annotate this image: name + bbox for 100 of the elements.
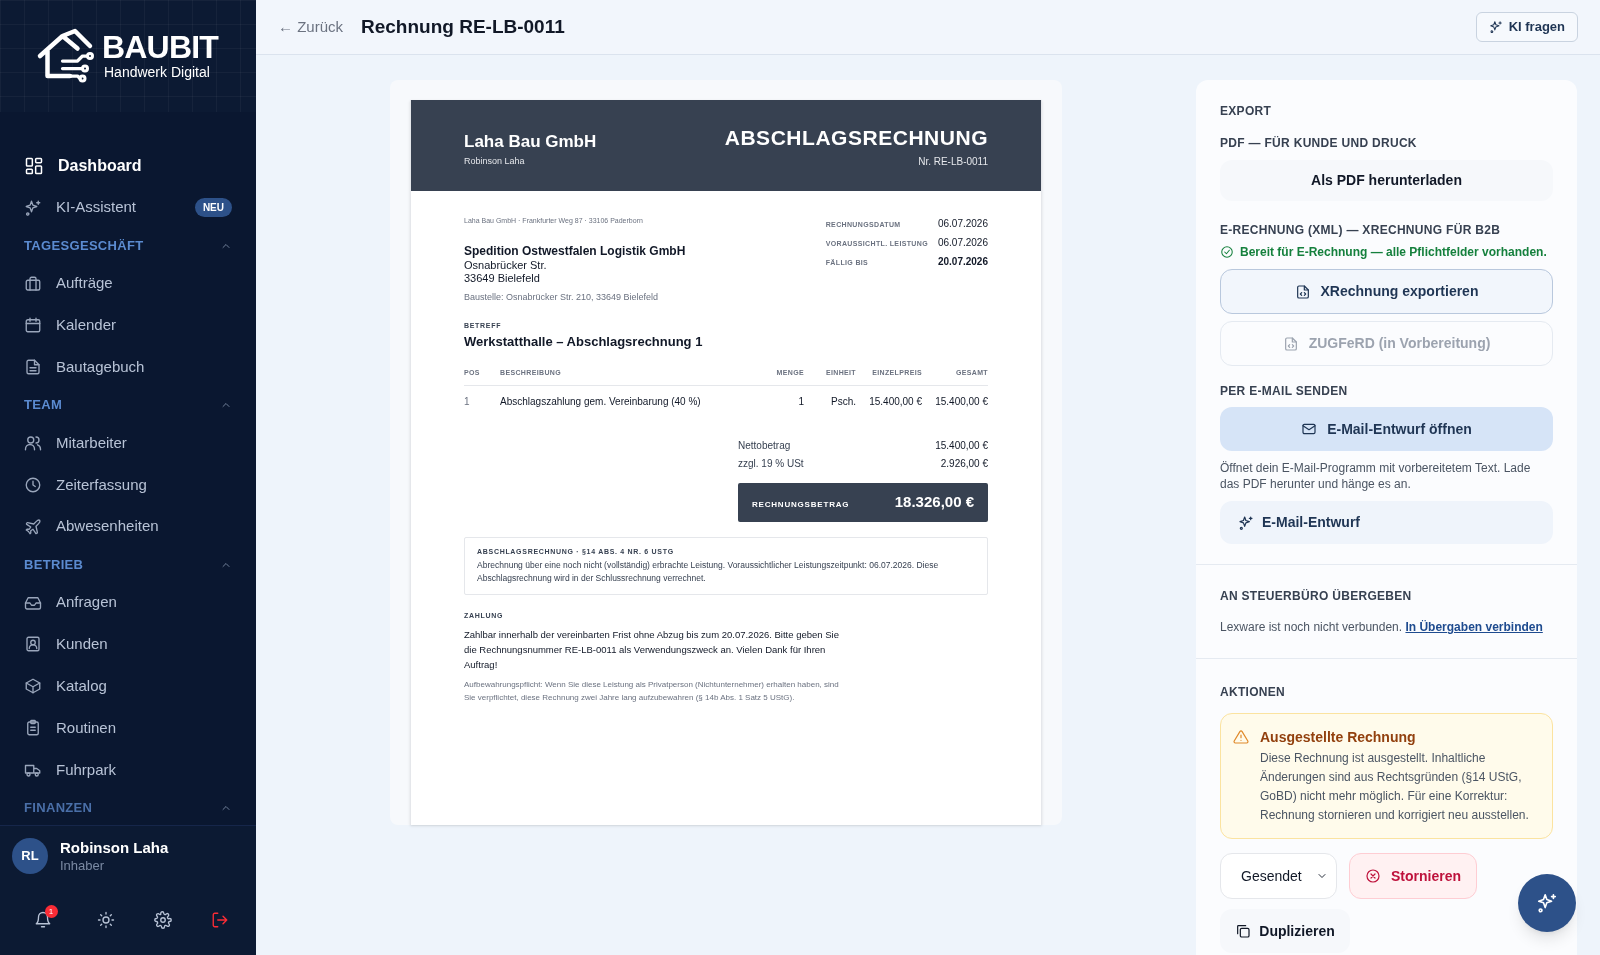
subtotal-label: zzgl. 19 % USt	[738, 457, 804, 471]
ask-ai-button[interactable]: KI fragen	[1475, 12, 1578, 42]
section-header[interactable]: TEAM	[16, 388, 240, 423]
package-icon	[24, 677, 42, 696]
total-label: RECHNUNGSBETRAG	[752, 498, 850, 511]
new-badge: NEU	[194, 198, 232, 218]
nav-item[interactable]: Aufträge	[16, 262, 240, 305]
clipboard-icon	[24, 719, 42, 738]
status-select[interactable]: Gesendet	[1220, 853, 1337, 899]
nav-item[interactable]: Zeiterfassung	[16, 464, 240, 506]
download-pdf-button[interactable]: Als PDF herunterladen	[1220, 160, 1553, 201]
section-header[interactable]: TAGESGESCHÄFT	[16, 228, 240, 263]
export-button[interactable]: XRechnung exportieren	[1220, 269, 1553, 314]
briefcase-icon	[24, 274, 42, 293]
section-title: EXPORT	[1220, 103, 1273, 120]
mail-icon	[1301, 421, 1318, 437]
page-title: Rechnung RE-LB-0011	[361, 14, 565, 39]
section-header[interactable]: BETRIEB	[16, 547, 240, 582]
nav-item[interactable]: Anfragen	[16, 581, 240, 624]
recipient-street: Osnabrücker Str.	[464, 258, 548, 272]
sparkles-icon	[1488, 20, 1503, 34]
user-role: Inhaber	[60, 857, 106, 874]
nav-item[interactable]: KI-Assistent NEU	[16, 186, 240, 229]
notification-count: 1	[44, 905, 58, 918]
warning-title: Ausgestellte Rechnung	[1260, 728, 1417, 747]
meta-value: 20.07.2026	[937, 255, 988, 269]
subtotal-value: 2.926,00 €	[940, 457, 988, 471]
duplicate-button[interactable]: Duplizieren	[1220, 909, 1350, 953]
bell-icon	[33, 911, 52, 929]
nav-item[interactable]: Dashboard	[16, 145, 240, 187]
table-cell: 1	[754, 385, 804, 409]
nav-item[interactable]: Mitarbeiter	[16, 422, 240, 465]
nav-item[interactable]: Fuhrpark	[16, 748, 240, 791]
settings-icon	[153, 911, 172, 929]
file-code-icon	[1294, 283, 1311, 300]
nav-item[interactable]: Kalender	[16, 304, 240, 347]
settings-button[interactable]	[153, 911, 172, 929]
nav-item[interactable]: Abwesenheiten	[16, 505, 240, 548]
subtotal-label: Nettobetrag	[738, 439, 791, 453]
dashboard-icon	[24, 155, 44, 176]
calendar-icon	[24, 316, 42, 335]
section-label: PDF — FÜR KUNDE UND DRUCK	[1220, 135, 1418, 152]
document-title: ABSCHLAGSRECHNUNG	[724, 125, 988, 152]
payment-text: Zahlbar innerhalb der vereinbarten Frist ohne Abzug bis zum 20.07.2026. Bitte geben Sie die Rechnungsnummer RE-LB-0011 als Verwendungszweck an. Vielen Dank für Ihren Auftrag!	[464, 627, 840, 672]
nav-item[interactable]: Bautagebuch	[16, 346, 240, 389]
section-header[interactable]: FINANZEN	[16, 790, 240, 825]
nav-item[interactable]: Katalog	[16, 665, 240, 708]
sparkles-icon	[1238, 514, 1254, 531]
ready-text: Bereit für E-Rechnung — alle Pflichtfelder vorhanden.	[1240, 244, 1547, 261]
nav-item[interactable]: Routinen	[16, 707, 240, 749]
table-cell: 15.400,00 €	[856, 385, 922, 409]
theme-button[interactable]	[96, 911, 115, 929]
meta-value: 06.07.2026	[937, 236, 988, 250]
connect-link[interactable]: In Übergaben verbinden	[1405, 620, 1543, 634]
file-code-icon	[1282, 335, 1299, 352]
invoice-number: Nr. RE-LB-0011	[918, 154, 988, 169]
recipient-name: Spedition Ostwestfalen Logistik GmbH	[464, 243, 686, 259]
notice-text: Abrechnung über eine noch nicht (vollständig) erbrachte Leistung. Voraussichtlicher Leistungszeitpunkt: 06.07.2026. Diese Abschlagsrechnung wird in der Schlussrechnung verrechnet.	[477, 559, 940, 585]
ai-email-button[interactable]: E-Mail-Entwurf	[1220, 501, 1553, 544]
integration-status: Lexware ist noch nicht verbunden. In Übergaben verbinden	[1220, 619, 1544, 636]
recipient-city: 33649 Bielefeld	[464, 271, 541, 285]
brand-tagline: Handwerk Digital	[104, 63, 211, 81]
email-hint: Öffnet dein E-Mail-Programm mit vorbereitetem Text. Lade das PDF herunter und hänge es an.	[1220, 460, 1532, 492]
table-cell: Abschlagszahlung gem. Vereinbarung (40 %)	[500, 385, 754, 409]
warning-icon	[1233, 729, 1249, 745]
site-address: Baustelle: Osnabrücker Str. 210, 33649 Bielefeld	[464, 290, 660, 304]
brand-name: BAUBIT	[102, 31, 219, 63]
logout-button[interactable]	[210, 911, 229, 929]
company-person: Robinson Laha	[464, 154, 526, 168]
nav-item[interactable]: Kunden	[16, 623, 240, 666]
users-icon	[24, 434, 42, 453]
section-label: PER E-MAIL SENDEN	[1220, 383, 1349, 400]
x-circle-icon	[1365, 868, 1381, 884]
table-cell: Psch.	[804, 385, 856, 409]
sparkles-icon	[24, 198, 42, 217]
sparkles-icon	[1536, 892, 1558, 914]
logout-icon	[210, 911, 229, 929]
meta-value: 06.07.2026	[937, 217, 988, 231]
cancel-invoice-button[interactable]: Stornieren	[1349, 853, 1477, 899]
back-link[interactable]: ← Zurück	[278, 15, 343, 39]
clock-icon	[24, 475, 42, 494]
contact-card-icon	[24, 635, 42, 654]
document-icon	[24, 358, 42, 377]
warning-text: Diese Rechnung ist ausgestellt. Inhaltliche Änderungen sind aus Rechtsgründen (§14 UStG, GoBD) nicht mehr möglich. Für eine Korrektur: Rechnung stornieren und korrigiert neu ausstellen.	[1260, 750, 1530, 824]
company-name: Laha Bau GmbH	[464, 131, 597, 153]
check-circle-icon	[1220, 245, 1234, 259]
section-title: AN STEUERBÜRO ÜBERGEBEN	[1220, 588, 1413, 605]
sun-icon	[96, 911, 115, 929]
table-cell: 1	[464, 385, 500, 409]
section-label: E-RECHNUNG (XML) — XRECHNUNG FÜR B2B	[1220, 222, 1502, 239]
user-name: Robinson Laha	[60, 837, 169, 858]
retention-note: Aufbewahrungspflicht: Wenn Sie diese Leistung als Privatperson (Nichtunternehmer) erhalten haben, sind Sie verpflichtet, diese Rechnung zwei Jahre lang aufzubewahren (§ 14b Abs. 1 Satz 5 UStG).	[464, 678, 840, 704]
user-avatar: RL	[12, 837, 48, 874]
invoice-subject: Werkstatthalle – Abschlagsrechnung 1	[464, 332, 704, 351]
plane-icon	[24, 517, 42, 536]
email-draft-button[interactable]: E-Mail-Entwurf öffnen	[1220, 407, 1553, 451]
subtotal-value: 15.400,00 €	[935, 439, 988, 453]
notifications-button[interactable]: 1	[27, 905, 58, 935]
copy-icon	[1235, 923, 1252, 939]
table-cell: 15.400,00 €	[922, 385, 988, 409]
